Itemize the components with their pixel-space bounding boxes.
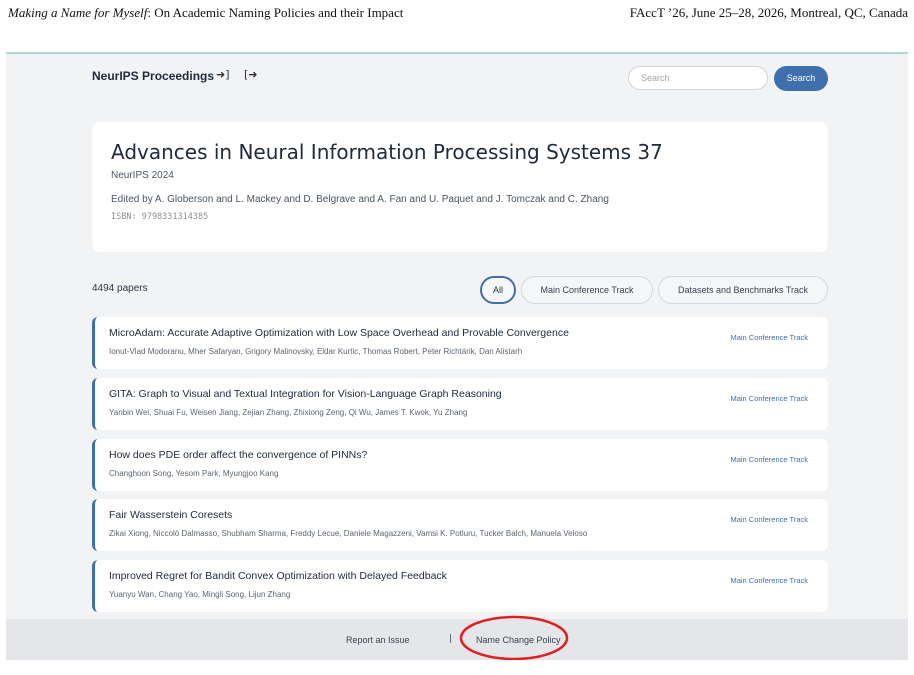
paper-authors: Ionut-Vlad Modoranu, Mher Safaryan, Grig…: [109, 347, 523, 356]
footer: Report an Issue | Name Change Policy: [6, 619, 908, 660]
paper-row[interactable]: How does PDE order affect the convergenc…: [92, 439, 828, 491]
filter-datasets-track-pill[interactable]: Datasets and Benchmarks Track: [658, 276, 828, 304]
paper-authors: Zikai Xiong, Niccolò Dalmasso, Shubham S…: [109, 529, 588, 538]
conference-name: NeurIPS 2024: [111, 170, 174, 181]
paper-row[interactable]: Fair Wasserstein Coresets Zikai Xiong, N…: [92, 499, 828, 551]
footer-separator: |: [449, 634, 453, 644]
search-button[interactable]: Search: [774, 66, 828, 91]
paper-title-italic: Making a Name for Myself: [8, 5, 148, 20]
paper-title[interactable]: Improved Regret for Bandit Convex Optimi…: [109, 570, 447, 582]
report-issue-link[interactable]: Report an Issue: [346, 635, 410, 645]
paper-track-label[interactable]: Main Conference Track: [730, 515, 808, 524]
editors-line: Edited by A. Globerson and L. Mackey and…: [111, 194, 609, 205]
paper-authors: Yanbin Wei, Shuai Fu, Weisen Jiang, Zeji…: [109, 408, 468, 417]
paper-row[interactable]: Improved Regret for Bandit Convex Optimi…: [92, 560, 828, 612]
proceedings-screenshot: NeurIPS Proceedings ➜] [➜ Search Advance…: [6, 52, 908, 660]
filter-main-track-pill[interactable]: Main Conference Track: [521, 276, 653, 304]
name-change-policy-link[interactable]: Name Change Policy: [476, 635, 561, 645]
paper-row[interactable]: MicroAdam: Accurate Adaptive Optimizatio…: [92, 317, 828, 369]
paper-authors: Changhoon Song, Yesom Park, Myungjoo Kan…: [109, 469, 279, 478]
paper-track-label[interactable]: Main Conference Track: [730, 455, 808, 464]
paper-title-rest: : On Academic Naming Policies and their …: [147, 5, 404, 20]
venue-header: FAccT ’26, June 25–28, 2026, Montreal, Q…: [629, 5, 908, 20]
filter-all-pill[interactable]: All: [480, 276, 516, 304]
paper-title-header: Making a Name for Myself: On Academic Na…: [8, 5, 403, 21]
paper-track-label[interactable]: Main Conference Track: [730, 333, 808, 342]
paper-track-label[interactable]: Main Conference Track: [730, 394, 808, 403]
paper-track-label[interactable]: Main Conference Track: [730, 576, 808, 585]
paper-title[interactable]: MicroAdam: Accurate Adaptive Optimizatio…: [109, 327, 569, 339]
paper-authors: Yuanyu Wan, Chang Yao, Mingli Song, Liju…: [109, 590, 291, 599]
search-input[interactable]: [628, 66, 768, 90]
paper-running-header: Making a Name for Myself: On Academic Na…: [0, 0, 914, 24]
paper-count: 4494 papers: [92, 283, 148, 294]
paper-title[interactable]: Fair Wasserstein Coresets: [109, 509, 232, 521]
isbn: ISBN: 9798331314385: [111, 212, 209, 222]
paper-title[interactable]: How does PDE order affect the convergenc…: [109, 449, 367, 461]
proceedings-card: Advances in Neural Information Processin…: [92, 122, 828, 252]
brand-link[interactable]: NeurIPS Proceedings: [92, 69, 214, 83]
paper-title[interactable]: GITA: Graph to Visual and Textual Integr…: [109, 388, 502, 400]
login-icon[interactable]: ➜]: [216, 68, 230, 81]
page-title: Advances in Neural Information Processin…: [111, 140, 663, 164]
navbar: NeurIPS Proceedings ➜] [➜ Search: [6, 54, 908, 102]
logout-icon[interactable]: [➜: [244, 68, 258, 81]
paper-row[interactable]: GITA: Graph to Visual and Textual Integr…: [92, 378, 828, 430]
